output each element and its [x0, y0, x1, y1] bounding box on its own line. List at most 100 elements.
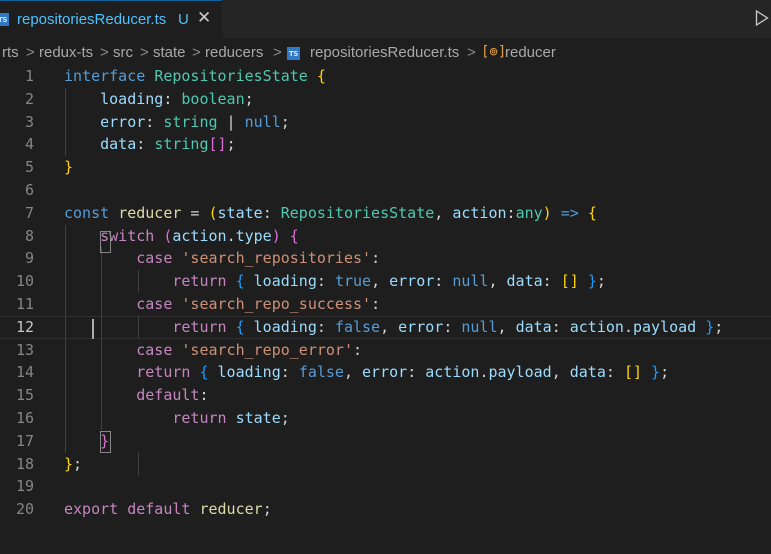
- breadcrumb-item-reducer[interactable]: reducer: [505, 44, 556, 61]
- breadcrumb-item-reducers[interactable]: reducers: [205, 44, 263, 61]
- code-token: ,: [434, 203, 453, 222]
- code-token: .: [226, 226, 236, 245]
- code-token: :: [262, 203, 281, 222]
- bracket-match-highlight: [100, 431, 111, 453]
- code-token: []: [560, 272, 579, 291]
- line-number: 6: [24, 181, 34, 199]
- code-line[interactable]: 18};: [0, 453, 771, 476]
- line-number: 4: [24, 135, 34, 154]
- code-line[interactable]: 9 case 'search_repositories':: [0, 247, 771, 270]
- code-token: ): [271, 226, 281, 245]
- code-token: :: [316, 272, 335, 291]
- code-token: boolean: [181, 89, 245, 108]
- line-code: default:: [64, 384, 208, 407]
- code-token: data: [100, 135, 137, 154]
- run-icon[interactable]: [755, 10, 769, 26]
- line-number: 15: [15, 386, 34, 405]
- code-line[interactable]: 19: [0, 475, 771, 498]
- symbol-variable-icon: [⊚]: [481, 44, 507, 60]
- breadcrumb-item-src[interactable]: src: [113, 44, 133, 61]
- breadcrumb-item-redux-ts[interactable]: redux-ts: [39, 44, 93, 61]
- line-number: 7: [24, 203, 34, 222]
- code-token: reducer: [199, 500, 263, 519]
- line-number: 19: [15, 477, 34, 496]
- code-token: ,: [497, 317, 516, 336]
- code-line[interactable]: 16 return state;: [0, 407, 771, 430]
- tab-bar: TS repositoriesReducer.ts U ✕: [0, 0, 771, 38]
- code-token: RepositoriesState: [280, 203, 435, 222]
- code-line[interactable]: 17 }: [0, 430, 771, 453]
- code-line[interactable]: 14 return { loading: false, error: actio…: [0, 361, 771, 384]
- code-line[interactable]: 5}: [0, 156, 771, 179]
- code-token: {: [199, 363, 209, 382]
- code-token: ,: [488, 272, 507, 291]
- code-line[interactable]: 8 switch (action.type) {: [0, 225, 771, 248]
- code-token: {: [587, 203, 597, 222]
- code-token: string: [154, 135, 209, 154]
- line-code: data: string[];: [64, 133, 235, 156]
- code-token: :: [551, 317, 570, 336]
- line-number: 5: [24, 158, 34, 177]
- code-token: any: [515, 203, 543, 222]
- breadcrumb-item-state[interactable]: state: [153, 44, 186, 61]
- code-token: }: [64, 158, 74, 177]
- line-code: }: [64, 156, 73, 179]
- code-token: true: [334, 272, 372, 291]
- typescript-file-icon: TS: [287, 47, 300, 60]
- code-token: :: [163, 89, 182, 108]
- code-token: (: [208, 203, 218, 222]
- code-editor[interactable]: 1 interface RepositoriesState {2 loading:…: [0, 65, 771, 554]
- code-line[interactable]: 7 const reducer = (state: RepositoriesSta…: [0, 202, 771, 225]
- code-line[interactable]: 3 error: string | null;: [0, 111, 771, 134]
- code-line[interactable]: 11 case 'search_repo_success':: [0, 293, 771, 316]
- code-token: 'search_repo_error': [181, 340, 353, 359]
- code-token: false: [334, 317, 381, 336]
- code-token: ;: [660, 363, 670, 382]
- code-token: :: [371, 249, 381, 268]
- line-number: 12: [15, 317, 34, 336]
- code-token: :: [371, 295, 381, 313]
- typescript-file-icon: TS: [0, 13, 9, 26]
- line-code: return state;: [64, 407, 289, 430]
- line-number: 14: [15, 363, 34, 382]
- code-line[interactable]: 15 default:: [0, 384, 771, 407]
- code-token: ;: [73, 454, 83, 473]
- code-token: =: [181, 203, 209, 222]
- code-token: error: [362, 363, 408, 382]
- code-line[interactable]: 10 return { loading: true, error: null, …: [0, 270, 771, 293]
- code-line[interactable]: 6: [0, 179, 771, 202]
- untracked-status-badge: U: [178, 11, 189, 28]
- tab-repositories-reducer[interactable]: TS repositoriesReducer.ts U ✕: [0, 0, 222, 38]
- code-token: null: [461, 317, 498, 336]
- code-token: state: [235, 409, 281, 427]
- code-token: :: [136, 135, 155, 154]
- code-token: default: [136, 386, 200, 405]
- line-number: 1: [24, 67, 34, 85]
- code-token: return: [172, 409, 227, 427]
- line-number: 13: [15, 340, 34, 359]
- code-token: const: [64, 203, 110, 222]
- code-line[interactable]: 13 case 'search_repo_error':: [0, 339, 771, 362]
- breadcrumb-item-file[interactable]: repositoriesReducer.ts: [310, 44, 459, 61]
- code-line[interactable]: 12 return { loading: false, error: null,…: [0, 315, 771, 339]
- breadcrumb-separator: >: [140, 44, 149, 61]
- code-token: ,: [551, 363, 570, 382]
- line-number: 16: [15, 409, 34, 427]
- code-line[interactable]: 2 loading: boolean;: [0, 88, 771, 111]
- code-line[interactable]: 4 data: string[];: [0, 133, 771, 156]
- code-line[interactable]: 1 interface RepositoriesState {: [0, 65, 771, 88]
- breadcrumb-item-rts[interactable]: rts: [2, 44, 19, 61]
- close-icon[interactable]: ✕: [197, 8, 211, 28]
- code-line[interactable]: 20 export default reducer;: [0, 498, 771, 521]
- code-token: return: [136, 363, 191, 382]
